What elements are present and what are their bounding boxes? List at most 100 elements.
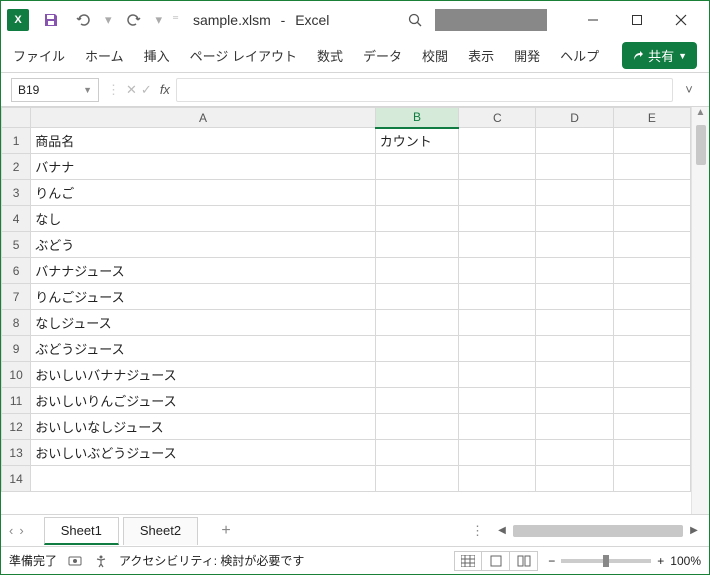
hscroll-track[interactable] bbox=[513, 525, 683, 537]
undo-button[interactable] bbox=[71, 8, 95, 32]
cell-D7[interactable] bbox=[536, 284, 613, 310]
column-header-A[interactable]: A bbox=[31, 108, 376, 128]
cell-A6[interactable]: バナナジュース bbox=[31, 258, 376, 284]
expand-formula-bar[interactable]: ˅ bbox=[679, 82, 699, 97]
fx-label[interactable]: fx bbox=[160, 82, 170, 97]
zoom-in[interactable]: + bbox=[657, 554, 664, 568]
cell-B3[interactable] bbox=[375, 180, 459, 206]
cell-A5[interactable]: ぶどう bbox=[31, 232, 376, 258]
cell-D4[interactable] bbox=[536, 206, 613, 232]
row-header-13[interactable]: 13 bbox=[2, 440, 31, 466]
cell-B1[interactable]: カウント bbox=[375, 128, 459, 154]
vscroll-thumb[interactable] bbox=[696, 125, 706, 165]
cell-C13[interactable] bbox=[459, 440, 536, 466]
row-header-9[interactable]: 9 bbox=[2, 336, 31, 362]
sheet-tab-sheet1[interactable]: Sheet1 bbox=[44, 517, 119, 545]
enter-formula-icon[interactable]: ✓ bbox=[141, 82, 152, 98]
ribbon-tab-0[interactable]: ファイル bbox=[13, 40, 75, 71]
cell-D1[interactable] bbox=[536, 128, 613, 154]
cell-D12[interactable] bbox=[536, 414, 613, 440]
cell-C9[interactable] bbox=[459, 336, 536, 362]
row-header-3[interactable]: 3 bbox=[2, 180, 31, 206]
cell-D8[interactable] bbox=[536, 310, 613, 336]
formula-bar[interactable] bbox=[176, 78, 673, 102]
hscroll-left[interactable]: ◀ bbox=[495, 525, 509, 536]
cell-A7[interactable]: りんごジュース bbox=[31, 284, 376, 310]
cell-A10[interactable]: おいしいバナナジュース bbox=[31, 362, 376, 388]
ribbon-tab-9[interactable]: ヘルプ bbox=[550, 40, 609, 71]
cell-C7[interactable] bbox=[459, 284, 536, 310]
ribbon-tab-6[interactable]: 校閲 bbox=[412, 40, 458, 71]
view-page-layout[interactable] bbox=[482, 551, 510, 571]
row-header-11[interactable]: 11 bbox=[2, 388, 31, 414]
cell-A1[interactable]: 商品名 bbox=[31, 128, 376, 154]
hscroll-right[interactable]: ▶ bbox=[687, 525, 701, 536]
zoom-slider-thumb[interactable] bbox=[603, 555, 609, 567]
cell-A4[interactable]: なし bbox=[31, 206, 376, 232]
cell-A12[interactable]: おいしいなしジュース bbox=[31, 414, 376, 440]
cell-E2[interactable] bbox=[613, 154, 690, 180]
cell-A2[interactable]: バナナ bbox=[31, 154, 376, 180]
accessibility-icon[interactable] bbox=[93, 553, 109, 569]
cell-A14[interactable] bbox=[31, 466, 376, 492]
ribbon-tab-4[interactable]: 数式 bbox=[307, 40, 353, 71]
cell-E10[interactable] bbox=[613, 362, 690, 388]
maximize-button[interactable] bbox=[615, 5, 659, 35]
cell-D2[interactable] bbox=[536, 154, 613, 180]
cell-C2[interactable] bbox=[459, 154, 536, 180]
zoom-level[interactable]: 100% bbox=[670, 554, 701, 568]
ribbon-tab-5[interactable]: データ bbox=[353, 40, 412, 71]
row-header-1[interactable]: 1 bbox=[2, 128, 31, 154]
cell-E8[interactable] bbox=[613, 310, 690, 336]
cell-B6[interactable] bbox=[375, 258, 459, 284]
row-header-10[interactable]: 10 bbox=[2, 362, 31, 388]
ribbon-tab-7[interactable]: 表示 bbox=[458, 40, 504, 71]
cell-C1[interactable] bbox=[459, 128, 536, 154]
row-header-14[interactable]: 14 bbox=[2, 466, 31, 492]
cell-B7[interactable] bbox=[375, 284, 459, 310]
cell-E6[interactable] bbox=[613, 258, 690, 284]
row-header-8[interactable]: 8 bbox=[2, 310, 31, 336]
cell-C10[interactable] bbox=[459, 362, 536, 388]
view-page-break[interactable] bbox=[510, 551, 538, 571]
cell-C3[interactable] bbox=[459, 180, 536, 206]
share-button[interactable]: 共有 ▼ bbox=[622, 42, 697, 69]
row-header-5[interactable]: 5 bbox=[2, 232, 31, 258]
row-header-6[interactable]: 6 bbox=[2, 258, 31, 284]
save-icon[interactable] bbox=[39, 8, 63, 32]
cell-D9[interactable] bbox=[536, 336, 613, 362]
cell-A13[interactable]: おいしいぶどうジュース bbox=[31, 440, 376, 466]
qat-overflow[interactable]: ⁼ bbox=[172, 12, 179, 28]
view-normal[interactable] bbox=[454, 551, 482, 571]
cell-D6[interactable] bbox=[536, 258, 613, 284]
cell-B2[interactable] bbox=[375, 154, 459, 180]
cell-E5[interactable] bbox=[613, 232, 690, 258]
cell-B9[interactable] bbox=[375, 336, 459, 362]
cell-B12[interactable] bbox=[375, 414, 459, 440]
cell-A11[interactable]: おいしいりんごジュース bbox=[31, 388, 376, 414]
redo-button[interactable] bbox=[122, 8, 146, 32]
cell-D11[interactable] bbox=[536, 388, 613, 414]
row-header-7[interactable]: 7 bbox=[2, 284, 31, 310]
scroll-up-arrow[interactable]: ▲ bbox=[696, 107, 706, 123]
macro-recorder-icon[interactable] bbox=[67, 553, 83, 569]
cell-A8[interactable]: なしジュース bbox=[31, 310, 376, 336]
select-all-corner[interactable] bbox=[2, 108, 31, 128]
cell-D3[interactable] bbox=[536, 180, 613, 206]
cell-E4[interactable] bbox=[613, 206, 690, 232]
cell-E12[interactable] bbox=[613, 414, 690, 440]
zoom-slider-track[interactable] bbox=[561, 559, 651, 563]
row-header-2[interactable]: 2 bbox=[2, 154, 31, 180]
accessibility-label[interactable]: アクセシビリティ: 検討が必要です bbox=[119, 552, 304, 569]
column-header-D[interactable]: D bbox=[536, 108, 613, 128]
cell-E11[interactable] bbox=[613, 388, 690, 414]
cell-E9[interactable] bbox=[613, 336, 690, 362]
hscroll-thumb[interactable] bbox=[513, 525, 683, 537]
cancel-formula-icon[interactable]: ✕ bbox=[126, 82, 137, 98]
minimize-button[interactable] bbox=[571, 5, 615, 35]
cell-E14[interactable] bbox=[613, 466, 690, 492]
row-header-12[interactable]: 12 bbox=[2, 414, 31, 440]
cell-D10[interactable] bbox=[536, 362, 613, 388]
cell-E1[interactable] bbox=[613, 128, 690, 154]
name-box[interactable]: B19 ▼ bbox=[11, 78, 99, 102]
